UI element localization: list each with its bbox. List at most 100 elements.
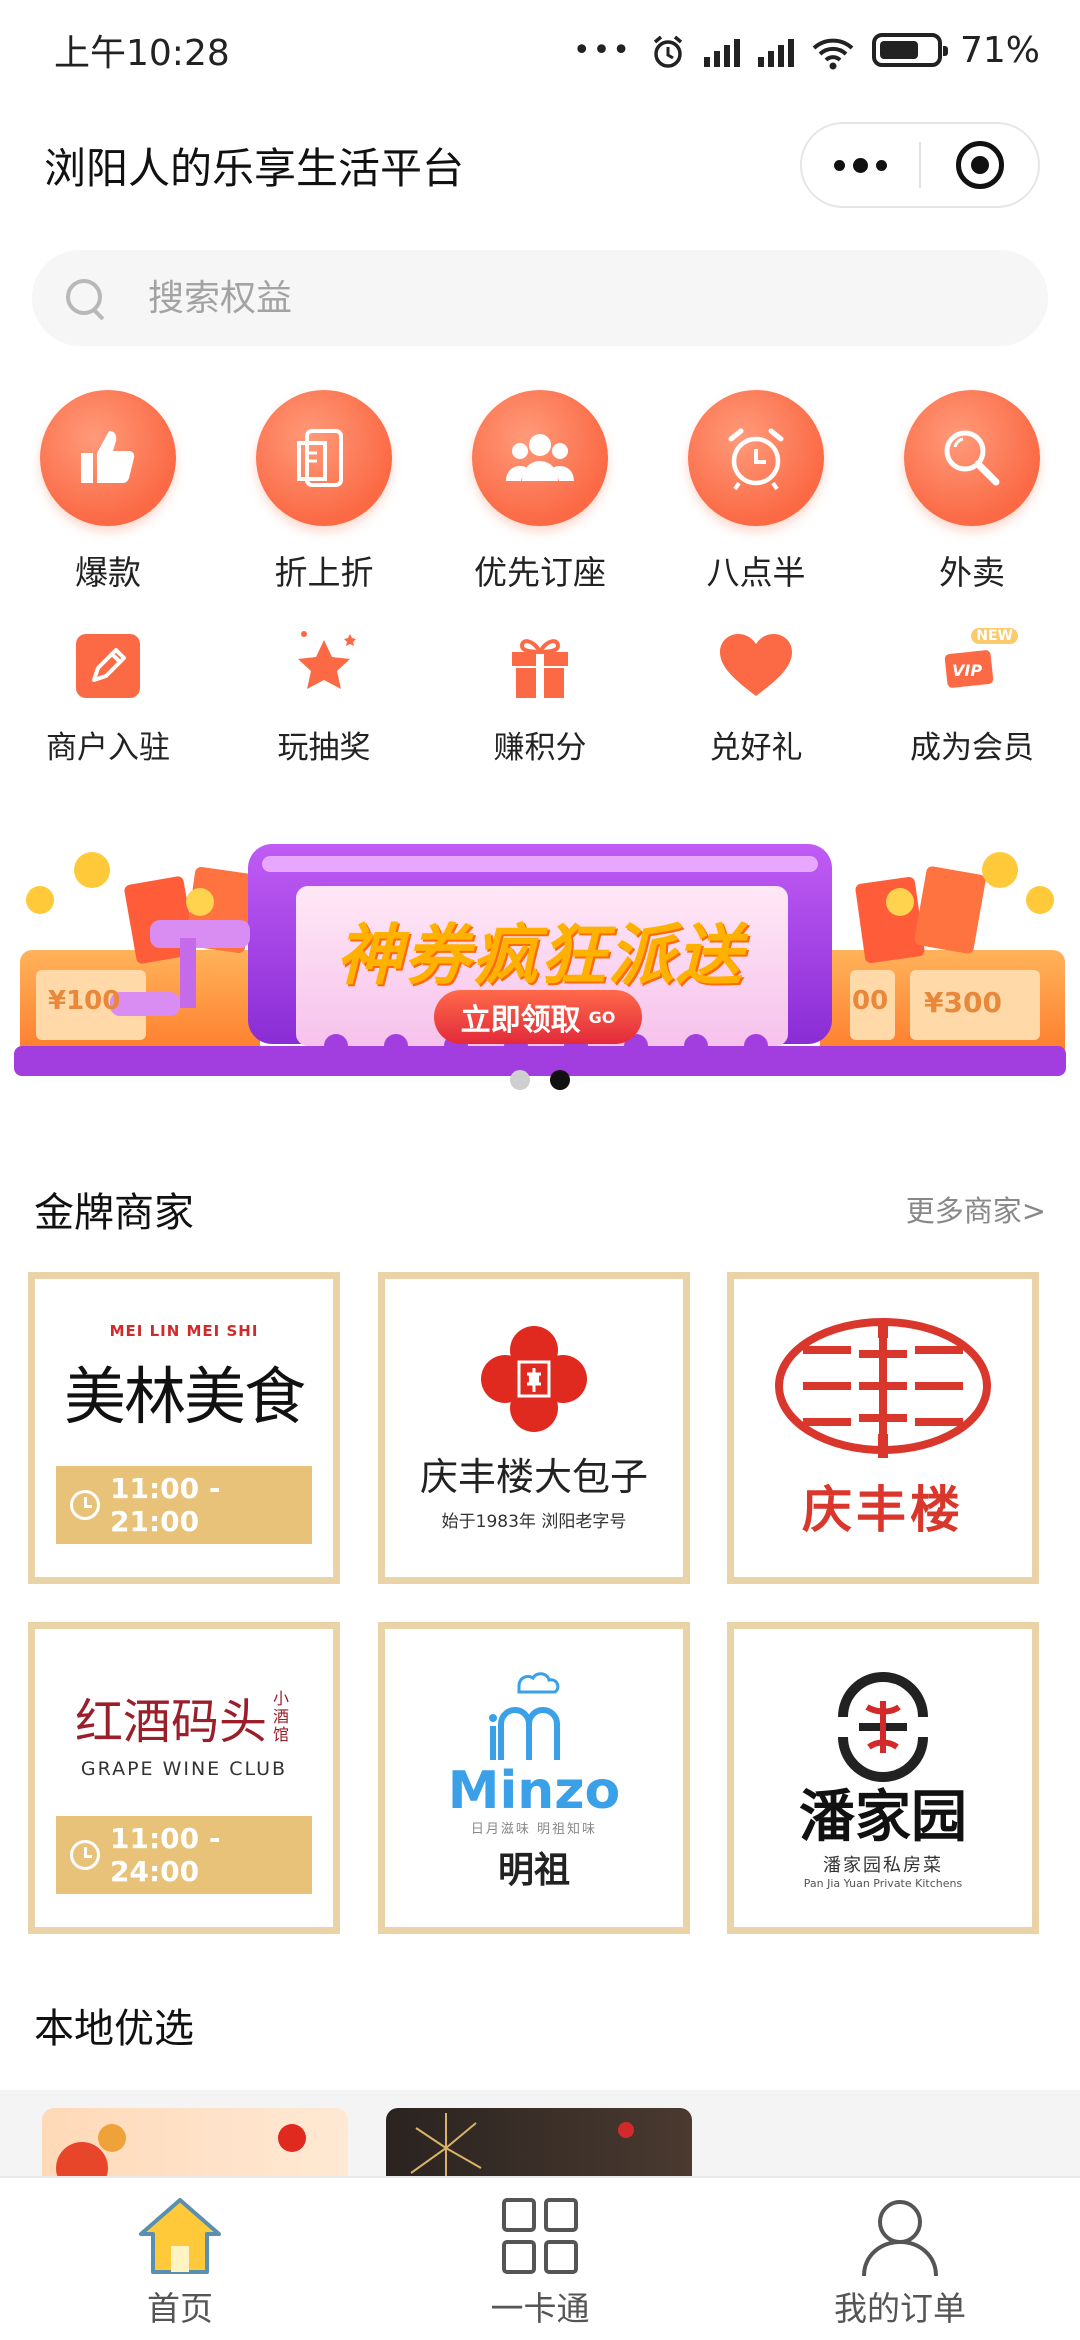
local-pick-image — [410, 2113, 634, 2180]
pencil-icon — [68, 626, 148, 706]
category-redeem-gifts[interactable]: 兑好礼 — [648, 626, 864, 767]
merchant-name: 庆丰楼大包子 — [419, 1455, 648, 1499]
battery-percent: 71% — [959, 29, 1040, 71]
banner-pagination — [0, 1070, 1080, 1090]
close-mini-program-button[interactable] — [921, 124, 1038, 206]
new-badge: NEW — [971, 628, 1018, 644]
promo-banner[interactable]: 神券疯狂派送 立即领取 GO ¥100 00 ¥300 — [0, 830, 1080, 1110]
svg-text:VIP: VIP — [952, 661, 982, 680]
qingfenglou-logo — [775, 1318, 991, 1458]
search-bar[interactable] — [32, 250, 1048, 346]
banner-cta-tag: GO — [588, 1007, 616, 1027]
merchant-card-panjiayuan[interactable]: 潘家园 潘家园私房菜 Pan Jia Yuan Private Kitchens — [727, 1622, 1039, 1934]
heart-icon — [716, 626, 796, 706]
more-button[interactable] — [802, 124, 919, 206]
merchant-brand: Minzo — [447, 1760, 621, 1821]
gold-merchants-title: 金牌商家 — [34, 1190, 194, 1236]
search-input[interactable] — [148, 277, 948, 319]
banner-dot[interactable] — [510, 1070, 530, 1090]
vip-icon: VIP NEW — [932, 626, 1018, 706]
category-takeout[interactable]: 外卖 — [864, 390, 1080, 594]
coupon-right-value: ¥300 — [924, 986, 1002, 1019]
merchant-name: 红酒码头 — [74, 1694, 267, 1750]
category-label: 八点半 — [706, 553, 806, 592]
merchant-hours-text: 11:00 - 21:00 — [110, 1472, 221, 1538]
local-pick-card[interactable] — [386, 2108, 692, 2180]
category-label: 玩抽奖 — [277, 730, 371, 766]
merchant-subtitle: 潘家园私房菜 — [823, 1854, 943, 1876]
bottom-tab-bar: 首页 一卡通 我的订单 — [0, 2176, 1080, 2340]
merchant-name: 美林美食 — [63, 1360, 306, 1433]
merchant-name: 潘家园 — [799, 1783, 967, 1850]
category-label: 商户入驻 — [46, 730, 170, 766]
thumbs-up-icon — [40, 390, 176, 526]
tab-my-orders[interactable]: 我的订单 — [720, 2178, 1080, 2340]
coupon-left-value: ¥100 — [48, 986, 121, 1016]
category-reservation[interactable]: 优先订座 — [432, 390, 648, 594]
category-earn-points[interactable]: 赚积分 — [432, 626, 648, 767]
merchant-hours: 11:00 - 24:00 — [56, 1816, 312, 1894]
merchant-card-meilin[interactable]: MEI LIN MEI SHI 美林美食 11:00 - 21:00 — [28, 1272, 340, 1584]
gift-icon — [500, 626, 580, 706]
category-lottery[interactable]: 玩抽奖 — [216, 626, 432, 767]
merchant-card-wine-club[interactable]: 红酒码头 小酒馆 GRAPE WINE CLUB 11:00 - 24:00 — [28, 1622, 340, 1934]
signal-icon — [757, 33, 794, 67]
merchant-tagline: Pan Jia Yuan Private Kitchens — [803, 1876, 963, 1890]
merchant-name: 庆丰楼 — [802, 1481, 964, 1539]
merchant-top-text: MEI LIN MEI SHI — [109, 1322, 259, 1340]
category-become-member[interactable]: VIP NEW 成为会员 — [864, 626, 1080, 767]
target-icon — [955, 141, 1004, 189]
tab-home[interactable]: 首页 — [0, 2178, 360, 2340]
category-label: 成为会员 — [910, 730, 1034, 766]
merchant-subtitle: GRAPE WINE CLUB — [80, 1758, 288, 1780]
local-pick-card[interactable] — [42, 2108, 348, 2180]
tab-label: 一卡通 — [490, 2289, 590, 2328]
category-label: 兑好礼 — [709, 730, 803, 766]
wifi-icon — [812, 30, 854, 70]
category-label: 爆款 — [75, 553, 141, 592]
banner-headline: 神券疯狂派送 — [336, 917, 744, 994]
qingfeng-flower-logo — [481, 1326, 587, 1432]
category-label: 赚积分 — [493, 730, 587, 766]
merchant-tagline: 日月滋味 明祖知味 — [470, 1821, 598, 1837]
user-icon — [855, 2194, 945, 2278]
status-icons: ••• 71% — [573, 30, 1040, 71]
app-header: 浏阳人的乐享生活平台 — [0, 110, 1080, 220]
merchant-name: 明祖 — [497, 1849, 570, 1891]
status-bar: 上午10:28 ••• 71% — [0, 0, 1080, 100]
primary-categories: 爆款 折上折 优先订座 八点半 外卖 — [0, 390, 1080, 594]
clock-icon — [70, 1840, 100, 1870]
star-icon — [284, 626, 364, 706]
banner-cta-button[interactable]: 立即领取 GO — [434, 990, 642, 1044]
clock-icon — [70, 1490, 100, 1520]
merchant-card-minzo[interactable]: Minzo 日月滋味 明祖知味 明祖 — [378, 1622, 690, 1934]
phone-coupon-icon — [256, 390, 392, 526]
category-eight-thirty[interactable]: 八点半 — [648, 390, 864, 594]
merchant-card-qingfeng-baozi[interactable]: 庆丰楼大包子 始于1983年 浏阳老字号 — [378, 1272, 690, 1584]
category-merchant-join[interactable]: 商户入驻 — [0, 626, 216, 767]
category-discount[interactable]: 折上折 — [216, 390, 432, 594]
category-hot[interactable]: 爆款 — [0, 390, 216, 594]
merchant-card-qingfenglou[interactable]: 庆丰楼 — [727, 1272, 1039, 1584]
status-time: 上午10:28 — [54, 33, 230, 74]
banner-dot-active[interactable] — [550, 1070, 570, 1090]
grid-icon — [495, 2194, 585, 2278]
merchant-subtitle: 始于1983年 浏阳老字号 — [441, 1512, 627, 1532]
battery-icon — [871, 33, 948, 67]
secondary-categories: 商户入驻 玩抽奖 赚积分 兑好礼 VIP NEW 成为会员 — [0, 626, 1080, 767]
category-label: 优先订座 — [474, 553, 606, 592]
more-merchants-link[interactable]: 更多商家> — [906, 1188, 1046, 1230]
alarm-clock-icon — [688, 390, 824, 526]
local-picks-strip — [0, 2090, 1080, 2180]
chef-hat-logo — [489, 1671, 560, 1760]
tab-label: 我的订单 — [834, 2289, 966, 2328]
local-picks-title: 本地优选 — [34, 2006, 194, 2052]
panjiayuan-logo — [838, 1671, 928, 1782]
merchant-hours-text: 11:00 - 24:00 — [110, 1822, 221, 1888]
merchant-hours: 11:00 - 21:00 — [56, 1466, 312, 1544]
tab-card[interactable]: 一卡通 — [360, 2178, 720, 2340]
home-icon — [135, 2194, 225, 2278]
category-label: 外卖 — [939, 553, 1005, 592]
hd-signal-icon — [703, 33, 740, 67]
local-pick-image — [56, 2124, 306, 2180]
